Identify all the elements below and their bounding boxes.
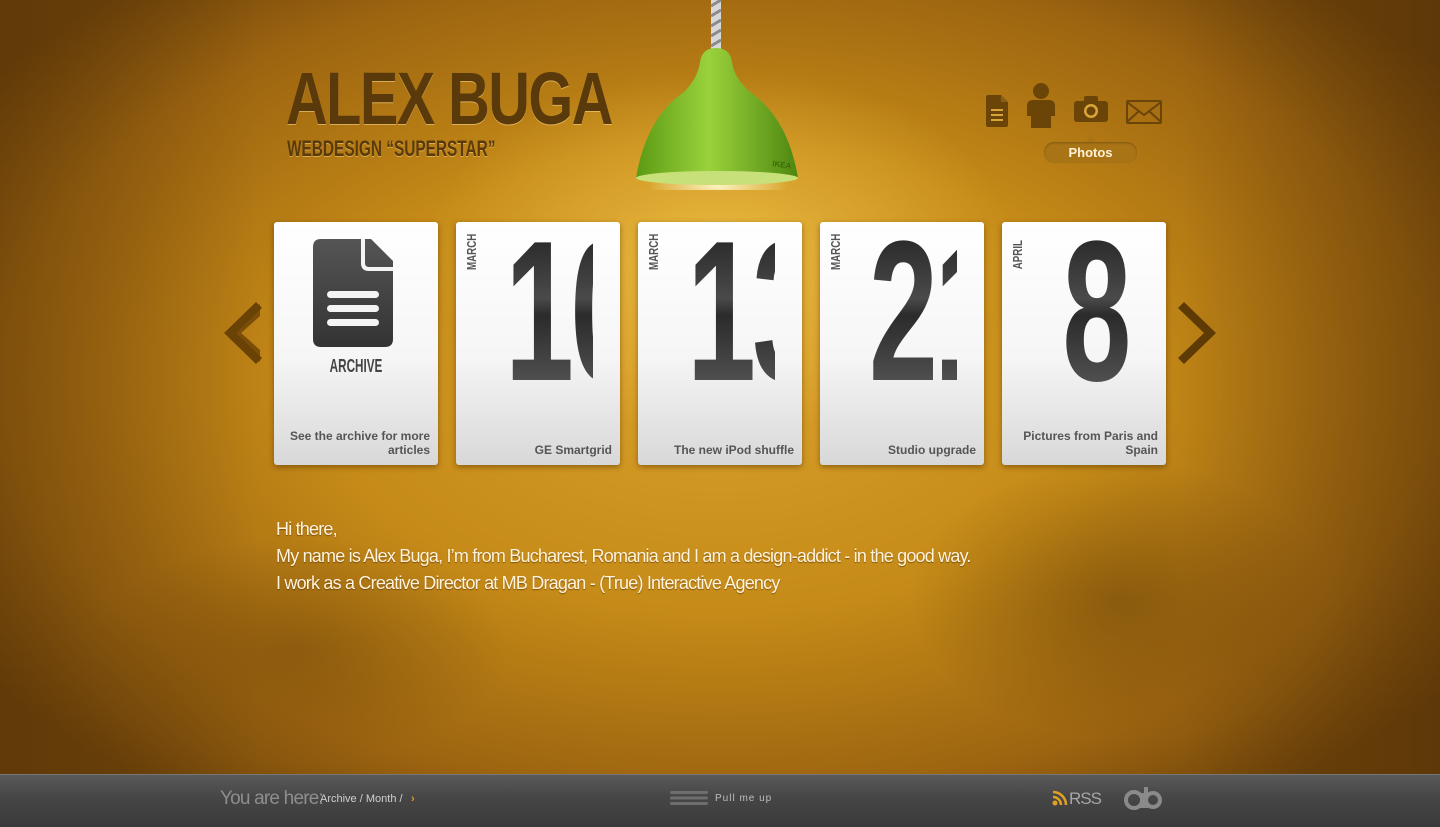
intro-line-name: My name is Alex Buga, I’m from Bucharest… <box>276 546 971 566</box>
post-month: MARCH <box>464 233 479 270</box>
nav-articles-button[interactable] <box>985 95 1009 132</box>
post-month: MARCH <box>828 233 843 270</box>
post-day: 21 <box>868 200 1003 423</box>
nav-tooltip-photos: Photos <box>1044 136 1137 163</box>
rss-icon[interactable] <box>1052 790 1068 806</box>
post-card-ipod-shuffle[interactable]: MARCH 13 The new iPod shuffle <box>638 200 821 465</box>
archive-card[interactable]: ARCHIVE See the archive for more article… <box>274 222 438 465</box>
post-card-paris-spain[interactable]: APRIL 8 Pictures from Paris and Spain <box>1002 212 1166 465</box>
post-day: 13 <box>686 200 821 423</box>
breadcrumb-separator: / <box>399 793 403 805</box>
you-are-here-label: You are here: <box>220 788 324 809</box>
person-icon <box>1027 83 1055 128</box>
post-day: 10 <box>504 200 639 423</box>
lamp-illustration: IKEA <box>636 0 798 190</box>
pull-handle-icon[interactable] <box>670 790 708 806</box>
archive-label: ARCHIVE <box>329 356 383 376</box>
site-logo[interactable]: ALEX BUGA <box>286 62 613 136</box>
nav-photos-button[interactable] <box>1073 95 1109 128</box>
post-card-studio-upgrade[interactable]: MARCH 21 Studio upgrade <box>820 200 1003 465</box>
post-title: The new iPod shuffle <box>673 443 794 457</box>
post-day: 8 <box>1051 212 1139 412</box>
site-tagline: WEBDESIGN “SUPERSTAR” <box>287 136 496 161</box>
post-month: APRIL <box>1010 240 1025 270</box>
post-month: MARCH <box>646 233 661 270</box>
breadcrumb-month[interactable]: Month <box>366 793 397 805</box>
previous-arrow-button[interactable] <box>220 302 264 364</box>
pull-me-up-link[interactable]: Pull me up <box>715 793 772 804</box>
breadcrumb-archive[interactable]: Archive <box>320 793 357 805</box>
archive-document-icon <box>313 239 393 347</box>
post-title: Pictures from Paris and Spain <box>1023 429 1158 457</box>
nav-contact-button[interactable] <box>1126 100 1162 129</box>
rss-link[interactable]: RSS <box>1069 789 1102 809</box>
next-arrow-button[interactable] <box>1176 302 1220 364</box>
archive-caption: See the archive for more articles <box>289 429 430 457</box>
document-icon <box>986 95 1008 127</box>
breadcrumb: Archive / Month / <box>320 793 403 805</box>
post-title: Studio upgrade <box>888 443 976 457</box>
intro-greeting: Hi there, <box>276 519 338 539</box>
intro-text: Hi there, My name is Alex Buga, I’m from… <box>276 516 971 597</box>
nav-about-button[interactable] <box>1024 82 1058 135</box>
breadcrumb-chevron-icon: › <box>411 793 415 805</box>
ab-logo-icon[interactable] <box>1124 786 1162 810</box>
intro-line-work: I work as a Creative Director at MB Drag… <box>276 573 780 593</box>
envelope-icon <box>1126 100 1162 124</box>
post-card-gesmartgrid[interactable]: MARCH 10 GE Smartgrid <box>456 200 639 465</box>
post-title: GE Smartgrid <box>534 443 612 457</box>
camera-icon <box>1074 96 1108 122</box>
